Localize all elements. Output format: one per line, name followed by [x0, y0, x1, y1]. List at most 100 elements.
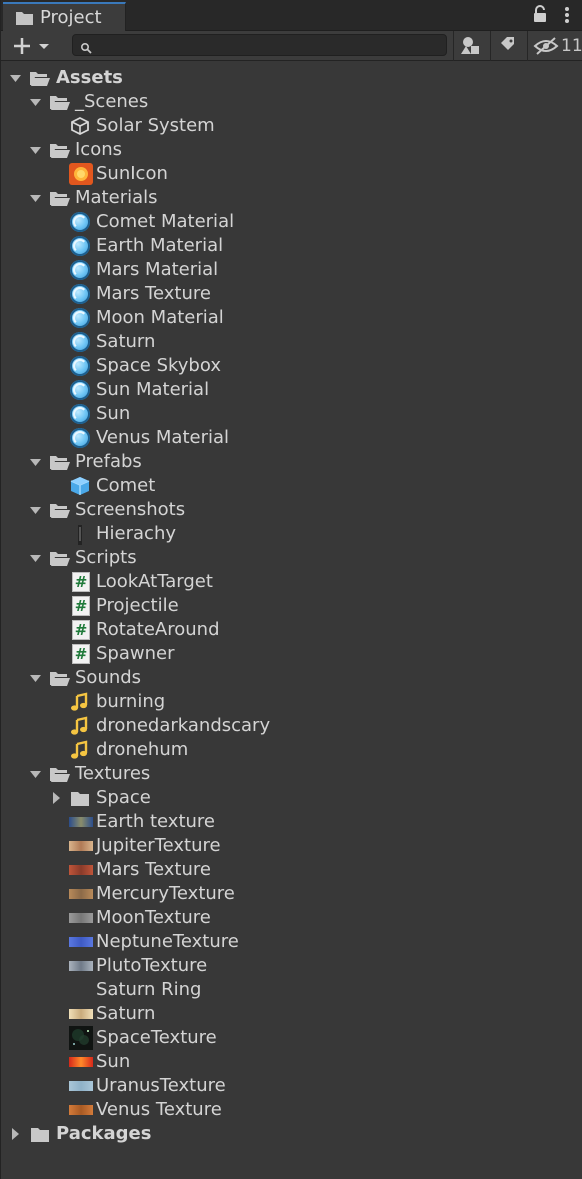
tree-asset-row[interactable]: Earth texture	[1, 810, 582, 834]
tree-asset-row[interactable]: MercuryTexture	[1, 882, 582, 906]
expand-arrow-down-icon[interactable]	[29, 186, 45, 210]
tree-asset-row[interactable]: Saturn	[1, 1002, 582, 1026]
tree-asset-row[interactable]: Saturn	[1, 330, 582, 354]
tree-item-label: Space Skybox	[96, 355, 221, 376]
more-options-icon[interactable]	[562, 5, 572, 25]
tree-item-label: MercuryTexture	[96, 883, 235, 904]
expand-arrow-down-icon[interactable]	[29, 546, 45, 570]
tree-folder-row[interactable]: Sounds	[1, 666, 582, 690]
tree-asset-row[interactable]: Saturn Ring	[1, 978, 582, 1002]
tree-asset-row[interactable]: Venus Texture	[1, 1098, 582, 1122]
tree-asset-row[interactable]: Solar System	[1, 114, 582, 138]
tree-item-label: Hierachy	[96, 523, 176, 544]
texture-thumbnail-icon	[69, 1057, 93, 1067]
tree-asset-row[interactable]: SpaceTexture	[1, 1026, 582, 1050]
tree-asset-row[interactable]: Mars Texture	[1, 282, 582, 306]
texture-thumbnail-icon	[69, 841, 93, 851]
tree-asset-row[interactable]: dronehum	[1, 738, 582, 762]
tree-item-label: LookAtTarget	[96, 571, 213, 592]
tree-asset-row[interactable]: # RotateAround	[1, 618, 582, 642]
create-button[interactable]	[7, 34, 57, 58]
tree-asset-row[interactable]: SunIcon	[1, 162, 582, 186]
tree-asset-row[interactable]: UranusTexture	[1, 1074, 582, 1098]
tree-item-label: Icons	[75, 139, 123, 160]
tree-asset-row[interactable]: PlutoTexture	[1, 954, 582, 978]
material-icon	[70, 212, 90, 232]
tree-item-label: burning	[96, 691, 166, 712]
tree-folder-row[interactable]: Icons	[1, 138, 582, 162]
tab-project[interactable]: Project	[3, 2, 126, 31]
hidden-packages-count: 11	[561, 36, 582, 56]
csharp-script-icon: #	[72, 644, 90, 664]
texture-empty-icon	[69, 980, 91, 1000]
tree-item-label: Mars Texture	[96, 283, 211, 304]
expand-arrow-right-icon[interactable]	[9, 1122, 25, 1146]
search-icon	[80, 39, 92, 58]
lock-icon[interactable]	[532, 5, 548, 27]
tree-asset-row[interactable]: burning	[1, 690, 582, 714]
tree-folder-row[interactable]: Textures	[1, 762, 582, 786]
tree-asset-row[interactable]: # Spawner	[1, 642, 582, 666]
texture-thumbnail-icon	[69, 889, 93, 899]
tree-asset-row[interactable]: Sun	[1, 402, 582, 426]
tree-asset-row[interactable]: # LookAtTarget	[1, 570, 582, 594]
folder-closed-icon	[29, 1124, 51, 1144]
tree-folder-row[interactable]: Screenshots	[1, 498, 582, 522]
tree-asset-row[interactable]: Hierachy	[1, 522, 582, 546]
tree-folder-row[interactable]: Assets	[1, 66, 582, 90]
hidden-packages-icon[interactable]	[531, 31, 561, 61]
tree-item-label: Venus Material	[96, 427, 230, 448]
tree-folder-row[interactable]: Packages	[1, 1122, 582, 1146]
material-icon	[70, 236, 90, 256]
tree-folder-row[interactable]: Materials	[1, 186, 582, 210]
tree-asset-row[interactable]: dronedarkandscary	[1, 714, 582, 738]
tree-asset-row[interactable]: JupiterTexture	[1, 834, 582, 858]
expand-arrow-down-icon[interactable]	[29, 90, 45, 114]
tree-asset-row[interactable]: Space Skybox	[1, 354, 582, 378]
expand-arrow-down-icon[interactable]	[9, 66, 25, 90]
expand-arrow-down-icon[interactable]	[29, 138, 45, 162]
tree-item-label: Earth texture	[96, 811, 216, 832]
tree-item-label: NeptuneTexture	[96, 931, 239, 952]
tree-item-label: Saturn	[96, 1003, 156, 1024]
tree-asset-row[interactable]: Sun Material	[1, 378, 582, 402]
folder-open-icon	[49, 500, 71, 520]
tree-asset-row[interactable]: # Projectile	[1, 594, 582, 618]
tree-item-label: Sounds	[75, 667, 142, 688]
tree-item-label: Spawner	[96, 643, 175, 664]
tree-asset-row[interactable]: NeptuneTexture	[1, 930, 582, 954]
tree-item-label: Saturn Ring	[96, 979, 202, 1000]
tree-item-label: JupiterTexture	[96, 835, 221, 856]
tree-asset-row[interactable]: Comet	[1, 474, 582, 498]
texture-thumbnail-icon	[69, 1105, 93, 1115]
audio-clip-icon	[69, 740, 91, 760]
texture-thumbnail-icon	[69, 817, 93, 827]
tree-asset-row[interactable]: Earth Material	[1, 234, 582, 258]
expand-arrow-down-icon[interactable]	[29, 498, 45, 522]
csharp-script-icon: #	[72, 620, 90, 640]
expand-arrow-down-icon[interactable]	[29, 666, 45, 690]
tree-folder-row[interactable]: Space	[1, 786, 582, 810]
tree-asset-row[interactable]: Venus Material	[1, 426, 582, 450]
tree-asset-row[interactable]: Mars Texture	[1, 858, 582, 882]
search-by-type-button[interactable]	[454, 31, 490, 61]
search-input[interactable]	[72, 34, 447, 56]
material-icon	[70, 356, 90, 376]
search-by-label-button[interactable]	[491, 31, 527, 61]
tree-folder-row[interactable]: _Scenes	[1, 90, 582, 114]
tree-asset-row[interactable]: Comet Material	[1, 210, 582, 234]
tree-asset-row[interactable]: MoonTexture	[1, 906, 582, 930]
expand-arrow-right-icon[interactable]	[50, 786, 66, 810]
expand-arrow-down-icon[interactable]	[29, 450, 45, 474]
material-icon	[70, 428, 90, 448]
expand-arrow-down-icon[interactable]	[29, 762, 45, 786]
tree-item-label: Mars Material	[96, 259, 219, 280]
tree-asset-row[interactable]: Moon Material	[1, 306, 582, 330]
tree-asset-row[interactable]: Mars Material	[1, 258, 582, 282]
tree-folder-row[interactable]: Prefabs	[1, 450, 582, 474]
tree-asset-row[interactable]: Sun	[1, 1050, 582, 1074]
tab-bar: Project	[1, 0, 582, 31]
tree-item-label: Sun Material	[96, 379, 210, 400]
tree-folder-row[interactable]: Scripts	[1, 546, 582, 570]
texture-thumbnail-icon	[69, 937, 93, 947]
